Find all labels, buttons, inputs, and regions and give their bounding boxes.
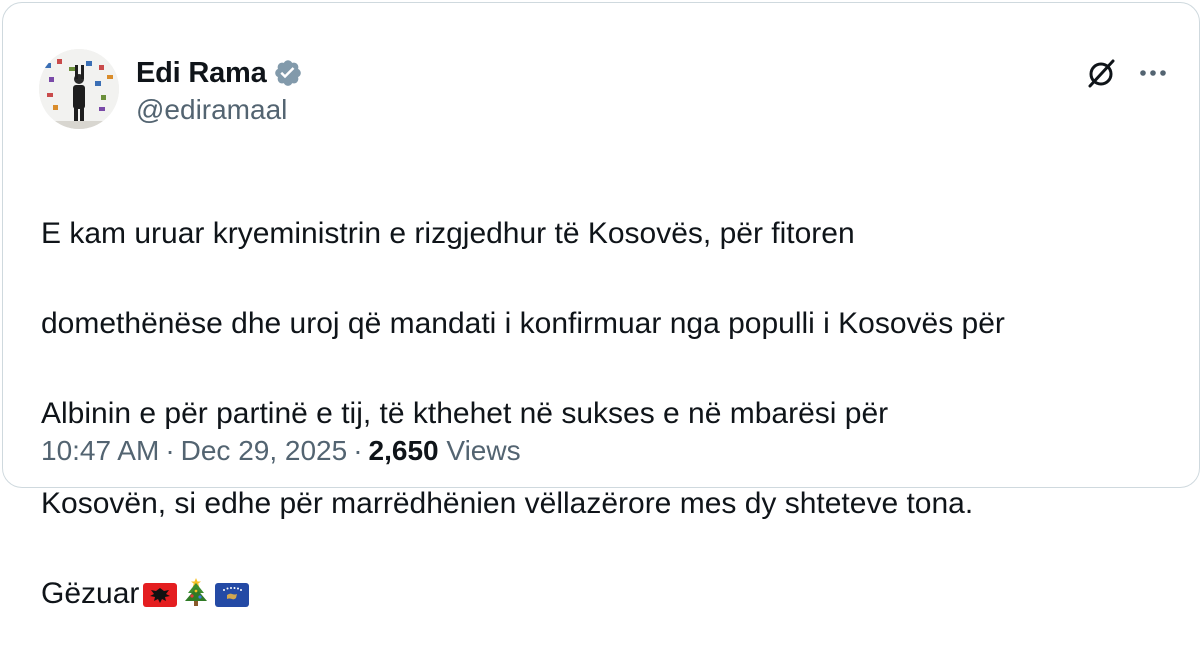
grok-icon[interactable] xyxy=(1083,55,1119,91)
tweet-card[interactable]: Edi Rama @ediramaal E kam uruar kryemini… xyxy=(2,2,1200,610)
author-name-row: Edi Rama xyxy=(136,55,303,91)
tweet-text: E kam uruar kryeministrin e rizgjedhur t… xyxy=(41,166,1181,665)
views-label: Views xyxy=(446,435,521,466)
tweet-text-line: Albinin e për partinë e tij, të kthehet … xyxy=(41,397,889,430)
views-count: 2,650 xyxy=(368,435,439,466)
tweet-time[interactable]: 10:47 AM xyxy=(41,435,159,466)
verified-badge-icon xyxy=(273,58,303,88)
tweet-date[interactable]: Dec 29, 2025 xyxy=(181,435,348,466)
albania-flag-icon xyxy=(143,575,178,620)
avatar-image xyxy=(39,49,119,129)
tweet-text-line: Gëzuar xyxy=(41,577,140,610)
christmas-tree-icon xyxy=(181,575,211,620)
avatar[interactable] xyxy=(39,49,119,129)
tweet-text-line: domethënëse dhe uroj që mandati i konfir… xyxy=(41,307,1005,340)
author-handle[interactable]: @ediramaal xyxy=(136,94,287,126)
tweet-text-line: Kosovën, si edhe për marrëdhënien vëllaz… xyxy=(41,487,974,520)
tweet-text-last-line: Gëzuar xyxy=(41,571,1181,620)
kosovo-flag-icon xyxy=(215,575,250,620)
more-options-icon[interactable] xyxy=(1133,55,1173,91)
meta-separator: · xyxy=(165,435,175,466)
tweet-text-line: E kam uruar kryeministrin e rizgjedhur t… xyxy=(41,217,855,250)
meta-separator: · xyxy=(353,435,363,466)
tweet-meta: 10:47 AM · Dec 29, 2025 · 2,650 Views xyxy=(41,435,521,467)
author-name[interactable]: Edi Rama xyxy=(136,57,267,90)
